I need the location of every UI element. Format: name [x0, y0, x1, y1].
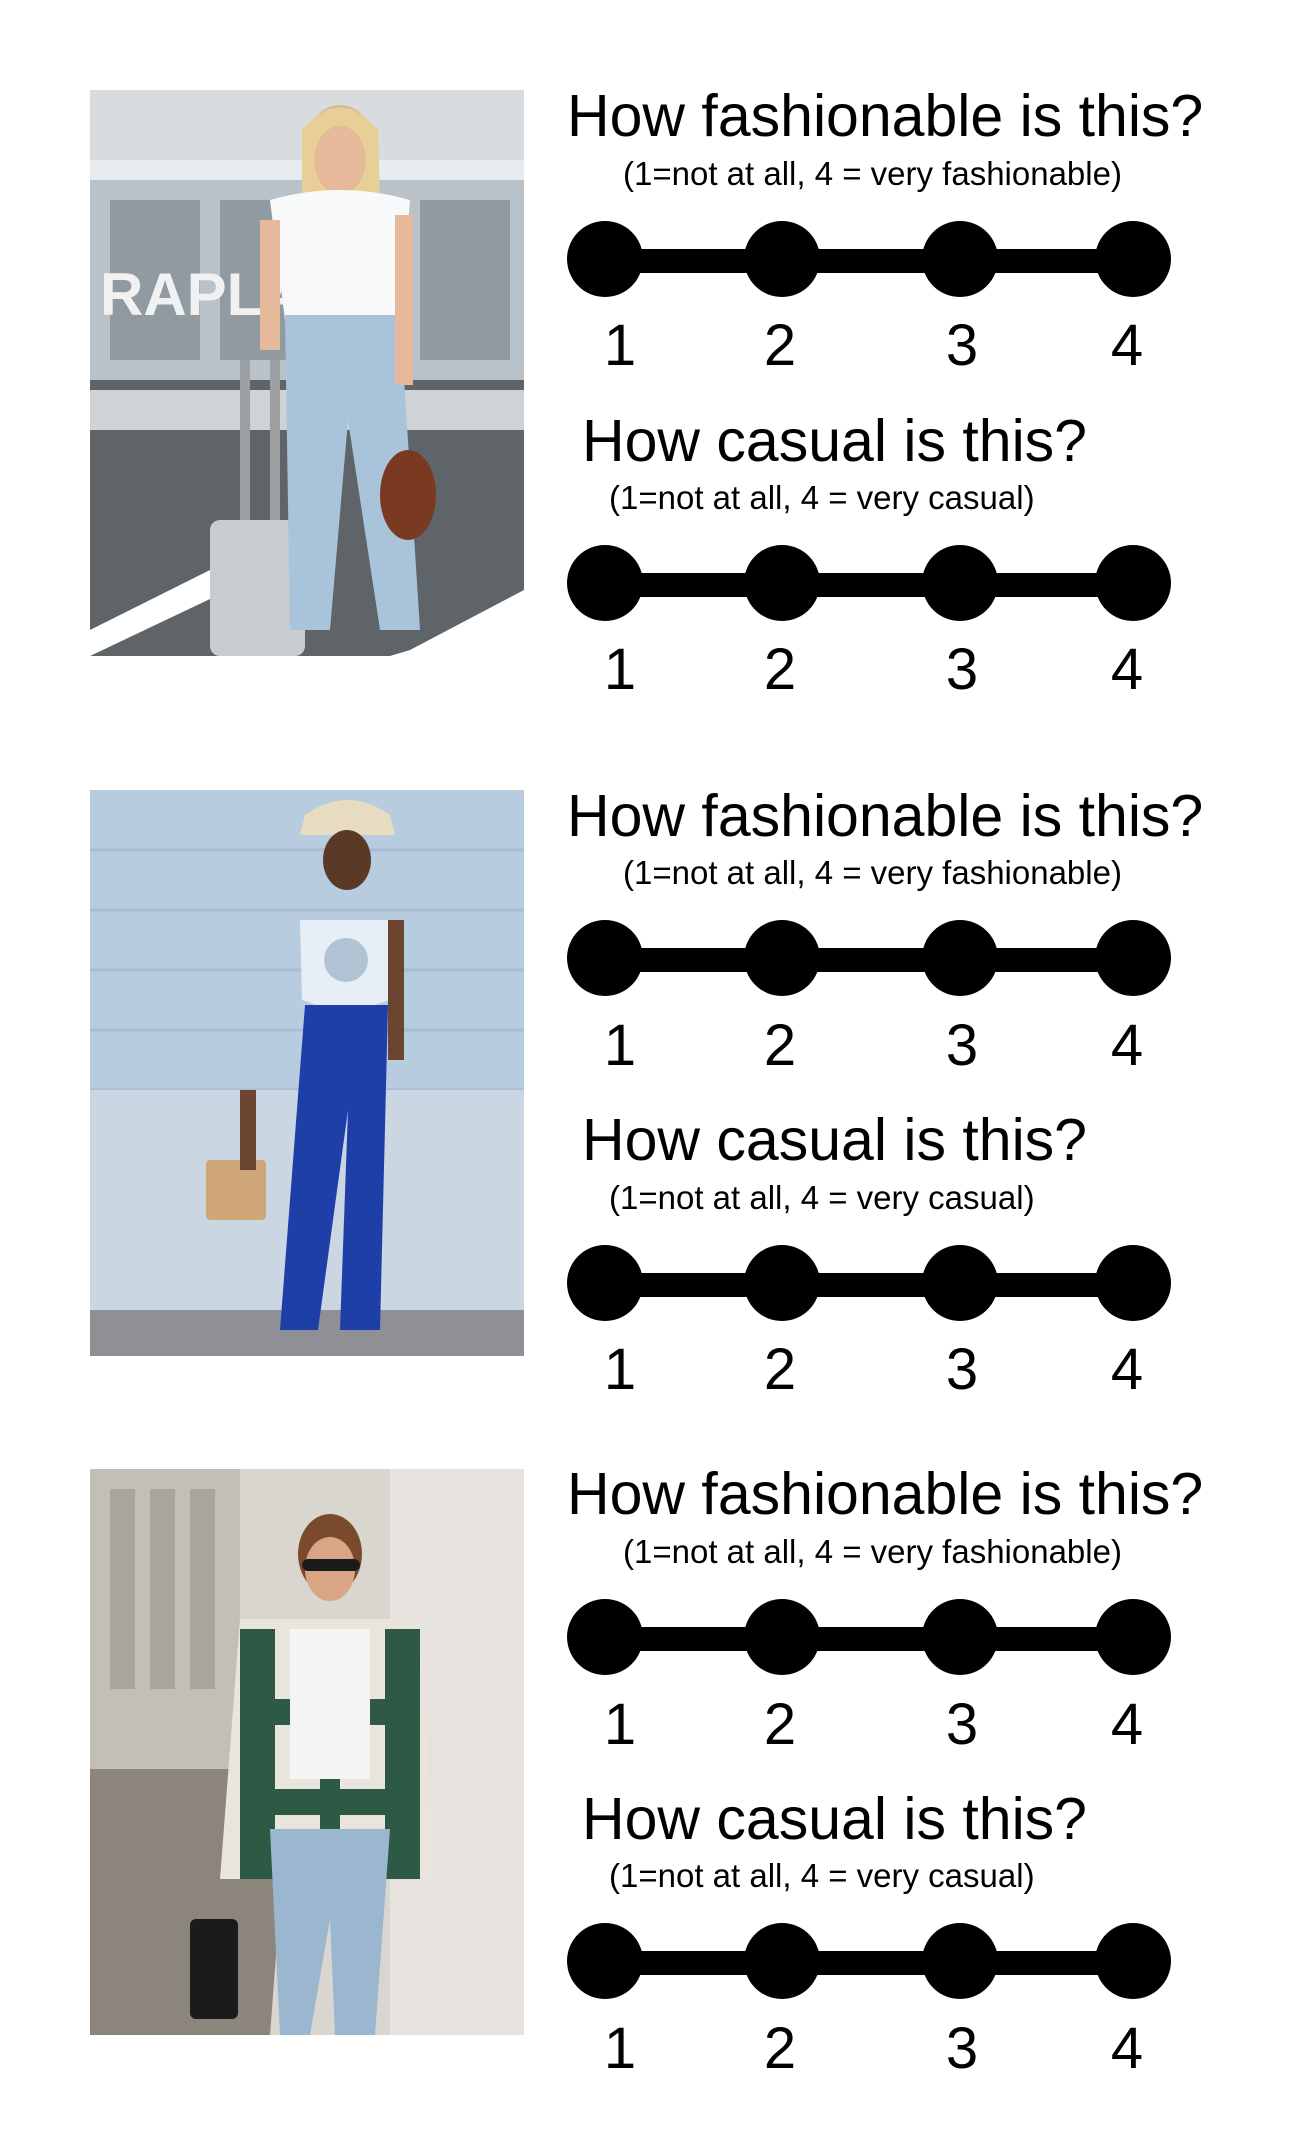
rating-label-4: 4 [1110, 2016, 1144, 2081]
rating-option-1[interactable] [567, 1923, 643, 1999]
question-subtitle: (1=not at all, 4 = very casual) [609, 479, 1035, 516]
outfit-photo-3 [90, 1469, 524, 2035]
rating-label-2: 2 [763, 1337, 797, 1402]
rating-label-3: 3 [945, 1692, 979, 1757]
rating-option-1[interactable] [567, 920, 643, 996]
rating-label-4: 4 [1110, 313, 1144, 378]
rating-label-1: 1 [603, 1013, 637, 1078]
rating-label-3: 3 [945, 1337, 979, 1402]
rating-option-3[interactable] [922, 545, 998, 621]
outfit-photo-2 [90, 790, 524, 1356]
rating-scale [567, 221, 1175, 301]
rating-label-3: 3 [945, 313, 979, 378]
question-title: How fashionable is this? [567, 1461, 1204, 1527]
scale-line [603, 1627, 1139, 1651]
rating-option-3[interactable] [922, 920, 998, 996]
rating-label-3: 3 [945, 637, 979, 702]
rating-option-3[interactable] [922, 221, 998, 297]
question-title: How casual is this? [582, 1786, 1087, 1852]
question-subtitle: (1=not at all, 4 = very fashionable) [623, 155, 1122, 192]
rating-option-1[interactable] [567, 545, 643, 621]
rating-label-1: 1 [603, 313, 637, 378]
rating-option-4[interactable] [1095, 1923, 1171, 1999]
question-subtitle: (1=not at all, 4 = very fashionable) [623, 854, 1122, 891]
rating-label-1: 1 [603, 1692, 637, 1757]
question-title: How casual is this? [582, 408, 1087, 474]
rating-option-4[interactable] [1095, 221, 1171, 297]
question-title: How casual is this? [582, 1107, 1087, 1173]
rating-label-4: 4 [1110, 637, 1144, 702]
rating-option-3[interactable] [922, 1599, 998, 1675]
rating-label-3: 3 [945, 2016, 979, 2081]
scale-line [603, 948, 1139, 972]
scale-line [603, 573, 1139, 597]
question-title: How fashionable is this? [567, 83, 1204, 149]
question-subtitle: (1=not at all, 4 = very casual) [609, 1179, 1035, 1216]
rating-option-1[interactable] [567, 1245, 643, 1321]
outfit-photo-1: RAPLA [90, 90, 524, 656]
rating-label-4: 4 [1110, 1692, 1144, 1757]
rating-option-2[interactable] [744, 920, 820, 996]
rating-option-4[interactable] [1095, 1599, 1171, 1675]
rating-option-1[interactable] [567, 1599, 643, 1675]
question-subtitle: (1=not at all, 4 = very fashionable) [623, 1533, 1122, 1570]
rating-label-2: 2 [763, 313, 797, 378]
rating-label-2: 2 [763, 2016, 797, 2081]
rating-label-1: 1 [603, 2016, 637, 2081]
rating-scale [567, 1245, 1175, 1325]
question-subtitle: (1=not at all, 4 = very casual) [609, 1857, 1035, 1894]
rating-label-3: 3 [945, 1013, 979, 1078]
scale-line [603, 1273, 1139, 1297]
rating-option-2[interactable] [744, 221, 820, 297]
question-title: How fashionable is this? [567, 783, 1204, 849]
rating-option-2[interactable] [744, 1599, 820, 1675]
rating-option-4[interactable] [1095, 920, 1171, 996]
rating-scale [567, 545, 1175, 625]
scale-line [603, 1951, 1139, 1975]
rating-label-4: 4 [1110, 1013, 1144, 1078]
rating-option-4[interactable] [1095, 1245, 1171, 1321]
rating-option-2[interactable] [744, 1245, 820, 1321]
rating-label-2: 2 [763, 1013, 797, 1078]
rating-label-1: 1 [603, 1337, 637, 1402]
rating-option-3[interactable] [922, 1923, 998, 1999]
rating-scale [567, 920, 1175, 1000]
rating-label-2: 2 [763, 1692, 797, 1757]
rating-label-1: 1 [603, 637, 637, 702]
rating-label-2: 2 [763, 637, 797, 702]
rating-label-4: 4 [1110, 1337, 1144, 1402]
rating-option-3[interactable] [922, 1245, 998, 1321]
rating-scale [567, 1599, 1175, 1679]
rating-scale [567, 1923, 1175, 2003]
rating-option-4[interactable] [1095, 545, 1171, 621]
rating-option-2[interactable] [744, 1923, 820, 1999]
rating-option-2[interactable] [744, 545, 820, 621]
scale-line [603, 249, 1139, 273]
rating-option-1[interactable] [567, 221, 643, 297]
